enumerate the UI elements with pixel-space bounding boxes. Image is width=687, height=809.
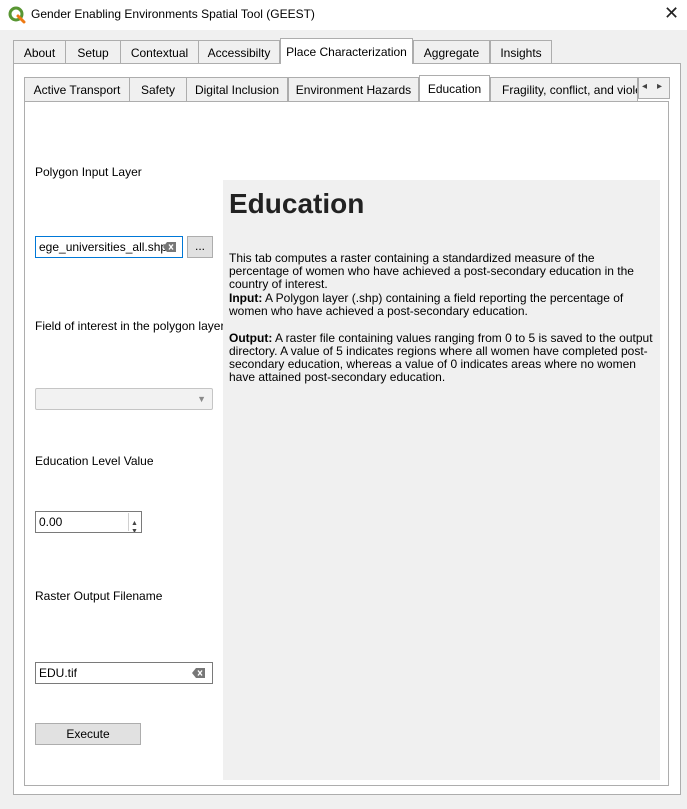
tab-about[interactable]: About (13, 40, 66, 64)
spin-buttons[interactable]: ▲ ▼ (128, 513, 140, 532)
browse-button[interactable]: ... (187, 236, 213, 258)
tab-scroll-buttons: ◂ ▸ (638, 77, 670, 99)
tab-active-transport[interactable]: Active Transport (24, 77, 130, 101)
help-intro: This tab computes a raster containing a … (229, 251, 634, 291)
help-output-text: A raster file containing values ranging … (229, 331, 653, 384)
help-input-heading: Input: (229, 291, 263, 305)
spin-down-icon[interactable]: ▼ (131, 522, 138, 532)
close-icon[interactable]: ✕ (664, 3, 679, 23)
tab-place-characterization[interactable]: Place Characterization (280, 38, 413, 64)
help-title: Education (229, 188, 365, 219)
tab-contextual[interactable]: Contextual (120, 40, 199, 64)
field-of-interest-label: Field of interest in the polygon layer (35, 319, 225, 333)
tab-safety[interactable]: Safety (129, 77, 187, 101)
execute-button[interactable]: Execute (35, 723, 141, 745)
help-input-text: A Polygon layer (.shp) containing a fiel… (229, 291, 624, 318)
chevron-down-icon: ▼ (197, 394, 206, 404)
education-level-spinbox[interactable]: 0.00 ▲ ▼ (35, 511, 142, 533)
tab-environment-hazards[interactable]: Environment Hazards (288, 77, 419, 101)
education-pane: Polygon Input Layer ege_universities_all… (24, 101, 669, 786)
raster-output-field[interactable]: EDU.tif (35, 662, 213, 684)
help-input: Input: A Polygon layer (.shp) containing… (229, 292, 657, 318)
tab-digital-inclusion[interactable]: Digital Inclusion (186, 77, 288, 101)
help-output: Output: A raster file containing values … (229, 332, 657, 384)
tab-insights[interactable]: Insights (490, 40, 552, 64)
title-bar: Gender Enabling Environments Spatial Too… (0, 0, 687, 30)
education-level-label: Education Level Value (35, 454, 154, 468)
raster-output-value: EDU.tif (39, 666, 78, 680)
tab-accessibility[interactable]: Accessibilty (198, 40, 280, 64)
polygon-input-label: Polygon Input Layer (35, 165, 142, 179)
clear-icon[interactable] (192, 667, 206, 679)
help-panel: Education This tab computes a raster con… (223, 180, 660, 780)
education-level-value: 0.00 (39, 515, 63, 529)
tab-fragility-conflict-violence[interactable]: Fragility, conflict, and violence (490, 77, 638, 101)
qgis-logo-icon (8, 6, 26, 24)
chevron-left-icon[interactable]: ◂ (642, 81, 647, 92)
polygon-input-field[interactable]: ege_universities_all.shp (35, 236, 183, 258)
polygon-input-value: ege_universities_all.shp (39, 240, 168, 254)
raster-output-label: Raster Output Filename (35, 589, 163, 603)
place-characterization-pane: Active Transport Safety Digital Inclusio… (13, 63, 681, 795)
chevron-right-icon[interactable]: ▸ (657, 81, 662, 92)
window-title: Gender Enabling Environments Spatial Too… (31, 7, 315, 21)
tab-aggregate[interactable]: Aggregate (413, 40, 490, 64)
field-of-interest-dropdown[interactable]: ▼ (35, 388, 213, 410)
tab-setup[interactable]: Setup (65, 40, 121, 64)
help-output-heading: Output: (229, 331, 273, 345)
tab-education[interactable]: Education (419, 75, 490, 101)
clear-icon[interactable] (163, 241, 177, 253)
